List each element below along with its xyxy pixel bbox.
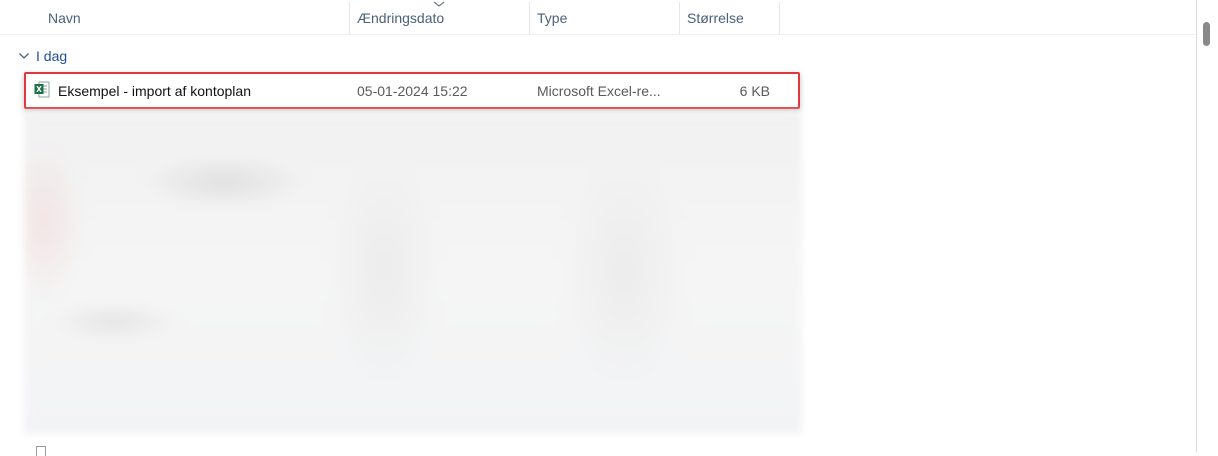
column-divider[interactable]: [679, 2, 680, 34]
column-header-size[interactable]: Størrelse: [687, 0, 777, 34]
scrollbar-thumb[interactable]: [1203, 22, 1210, 46]
group-header-today[interactable]: I dag: [18, 46, 67, 66]
chevron-down-icon[interactable]: [18, 51, 30, 61]
group-label: I dag: [36, 48, 68, 64]
column-header-date[interactable]: Ændringsdato: [357, 0, 527, 34]
highlight-box: [24, 72, 800, 109]
file-explorer-list: Navn Ændringsdato Type Størrelse I dag X…: [0, 0, 1218, 456]
vertical-scrollbar[interactable]: [1196, 0, 1218, 452]
column-divider[interactable]: [779, 2, 780, 34]
column-divider[interactable]: [529, 2, 530, 34]
column-header-type[interactable]: Type: [537, 0, 677, 34]
column-divider[interactable]: [349, 2, 350, 34]
file-icon: [36, 446, 46, 456]
column-header-name[interactable]: Navn: [48, 0, 348, 34]
column-header-bar: Navn Ændringsdato Type Størrelse: [0, 0, 1196, 35]
blurred-file-list: [24, 112, 802, 434]
